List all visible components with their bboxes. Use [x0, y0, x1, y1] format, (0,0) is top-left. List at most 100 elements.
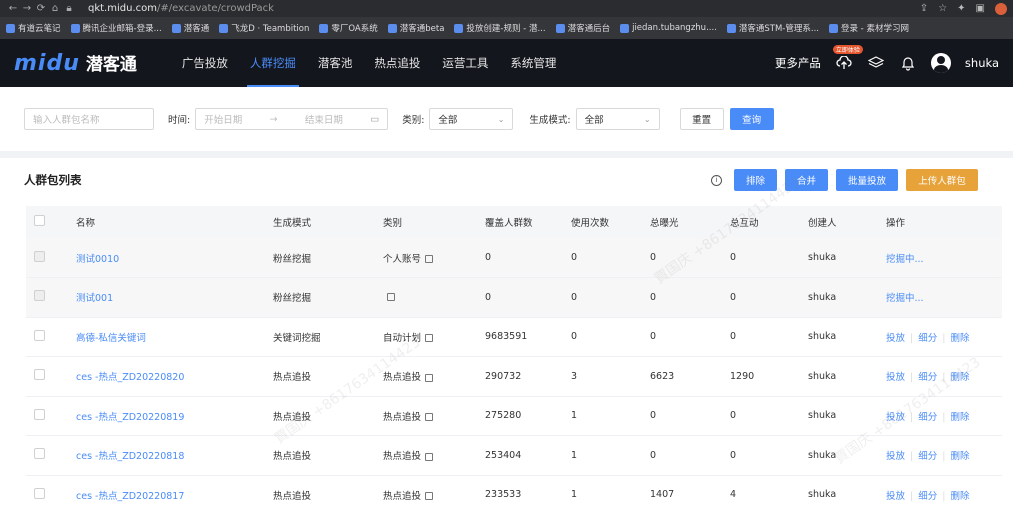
row-checkbox[interactable] [34, 369, 45, 381]
segment-action[interactable]: 细分 [918, 412, 937, 423]
creator-cell: shuka [800, 277, 878, 318]
nav-lead-pool[interactable]: 潜客池 [307, 39, 364, 87]
edit-icon[interactable] [425, 452, 434, 461]
coverage-cell: 253404 [477, 435, 563, 476]
bookmark[interactable]: 潜客通STM-管理系... [726, 22, 819, 34]
segment-action[interactable]: 细分 [918, 333, 937, 344]
crowd-name-link[interactable]: ces -热点_ZD20220820 [76, 372, 184, 383]
logo[interactable]: midu 潜客通 [14, 50, 137, 76]
username[interactable]: shuka [965, 56, 999, 70]
address-bar[interactable]: qkt.midu.com/#/excavate/crowdPack [88, 3, 274, 14]
launch-action[interactable]: 投放 [886, 333, 905, 344]
home-icon[interactable]: ⌂ [48, 3, 62, 14]
launch-action[interactable]: 投放 [886, 372, 905, 383]
bookmark[interactable]: 潜客通beta [387, 22, 444, 34]
delete-action[interactable]: 删除 [950, 372, 969, 383]
segment-action[interactable]: 细分 [918, 451, 937, 462]
table-row[interactable]: ces -热点_ZD20220819 热点追投 热点追投 275280 1 0 0 shuka… [26, 396, 1002, 436]
back-icon[interactable]: ← [6, 3, 20, 14]
table-row[interactable]: 高德-私信关键词 关键词挖掘 自动计划 9683591 0 0 0 shuka 投放 | 细分 | 删除 [26, 317, 1002, 357]
row-checkbox[interactable] [34, 290, 45, 302]
nav-hot-tracking[interactable]: 热点追投 [363, 39, 431, 87]
end-date-input[interactable]: 结束日期 [305, 112, 343, 126]
extensions-icon[interactable]: ✦ [957, 3, 965, 14]
star-icon[interactable]: ☆ [938, 3, 947, 14]
start-date-input[interactable]: 开始日期 [204, 112, 242, 126]
bookmark[interactable]: 有道云笔记 [6, 22, 61, 34]
select-all-checkbox[interactable] [34, 215, 45, 226]
bookmark[interactable]: 飞龙D · Teambition [219, 22, 309, 34]
edit-icon[interactable] [425, 413, 434, 422]
nav-ops-tools[interactable]: 运营工具 [431, 39, 499, 87]
user-avatar[interactable] [930, 53, 951, 73]
delete-action[interactable]: 删除 [950, 412, 969, 423]
delete-action[interactable]: 删除 [950, 451, 969, 462]
delete-action[interactable]: 删除 [950, 333, 969, 344]
crowd-name-link[interactable]: ces -热点_ZD20220817 [76, 491, 184, 502]
segment-action[interactable]: 细分 [918, 491, 937, 502]
bookmark[interactable]: jiedan.tubangzhu.... [620, 23, 717, 33]
forward-icon[interactable]: → [20, 3, 34, 14]
category-text: 个人账号 [383, 253, 422, 265]
query-button[interactable]: 查询 [729, 108, 774, 130]
launch-action[interactable]: 投放 [886, 412, 905, 423]
batch-launch-button[interactable]: 批量投放 [836, 169, 898, 191]
crowd-name-link[interactable]: ces -热点_ZD20220819 [76, 412, 184, 423]
table-row[interactable]: 测试001 粉丝挖掘 0 0 0 0 shuka 挖掘中... [26, 277, 1002, 318]
delete-action[interactable]: 删除 [950, 491, 969, 502]
share-icon[interactable]: ⇪ [920, 3, 928, 14]
crowd-name-input[interactable]: 输入人群包名称 [24, 108, 154, 130]
cloud-upload-icon[interactable]: 立即体验 [832, 45, 863, 72]
nav-ads[interactable]: 广告投放 [171, 39, 239, 87]
profile-avatar[interactable] [995, 2, 1007, 15]
bookmark-icon [171, 23, 181, 33]
date-range-picker[interactable]: 开始日期 → 结束日期 ▭ [195, 108, 389, 130]
bookmark[interactable]: 潜客通 [171, 22, 210, 34]
table-row[interactable]: 测试0010 粉丝挖掘 个人账号 0 0 0 0 shuka 挖掘中... [26, 238, 1002, 278]
row-checkbox[interactable] [34, 329, 45, 341]
segment-action[interactable]: 细分 [918, 372, 937, 383]
crowd-name-link[interactable]: ces -热点_ZD20220818 [76, 451, 184, 462]
info-icon[interactable]: i [711, 174, 722, 186]
launch-action[interactable]: 投放 [886, 491, 905, 502]
bookmark-label: 潜客通 [183, 24, 210, 34]
edit-icon[interactable] [425, 255, 434, 263]
upload-crowd-button[interactable]: 上传人群包 [906, 169, 978, 191]
nav-crowd-mining[interactable]: 人群挖掘 [239, 39, 307, 87]
row-checkbox[interactable] [34, 408, 45, 420]
merge-button[interactable]: 合并 [785, 169, 828, 191]
row-checkbox[interactable] [34, 487, 45, 499]
table-row[interactable]: ces -热点_ZD20220818 热点追投 热点追投 253404 1 0 0 shuka… [26, 435, 1002, 476]
column-header: 总曝光 [642, 206, 722, 238]
row-checkbox[interactable] [34, 448, 45, 460]
bookmark[interactable]: 投放创建-规则 - 潜... [454, 22, 546, 34]
launch-action[interactable]: 投放 [886, 451, 905, 462]
nav-system[interactable]: 系统管理 [499, 39, 567, 87]
exclude-button[interactable]: 排除 [734, 169, 777, 191]
bookmark[interactable]: 潜客通后台 [555, 22, 610, 34]
bookmark[interactable]: 零厂OA系统 [319, 22, 378, 34]
layers-icon[interactable] [867, 54, 885, 72]
crowd-name-link[interactable]: 高德-私信关键词 [76, 333, 146, 344]
category-select[interactable]: 全部 ⌄ [429, 108, 514, 130]
separator: | [910, 332, 914, 344]
reset-button[interactable]: 重置 [679, 108, 724, 130]
crowd-name-link[interactable]: 测试001 [76, 293, 113, 304]
edit-icon[interactable] [387, 293, 395, 302]
edit-icon[interactable] [425, 334, 434, 343]
bookmark[interactable]: 登录 - 素材学习网 [828, 22, 909, 34]
crowd-name-link[interactable]: 测试0010 [76, 254, 119, 265]
top-nav: 广告投放 人群挖掘 潜客池 热点追投 运营工具 系统管理 [171, 39, 568, 87]
mode-select[interactable]: 全部 ⌄ [575, 108, 660, 130]
table-row[interactable]: ces -热点_ZD20220817 热点追投 热点追投 233533 1 1407 4 sh… [26, 475, 1002, 510]
mode-value: 全部 [584, 115, 604, 126]
more-products-link[interactable]: 更多产品 [775, 55, 821, 71]
row-checkbox[interactable] [34, 250, 45, 262]
bell-icon[interactable] [899, 54, 917, 72]
table-row[interactable]: ces -热点_ZD20220820 热点追投 热点追投 290732 3 6623 129… [26, 356, 1002, 397]
bookmark[interactable]: 腾讯企业邮箱-登录... [70, 22, 162, 34]
edit-icon[interactable] [425, 373, 434, 382]
reload-icon[interactable]: ⟳ [34, 3, 48, 14]
sidebar-icon[interactable]: ▣ [976, 3, 985, 14]
edit-icon[interactable] [425, 492, 434, 501]
